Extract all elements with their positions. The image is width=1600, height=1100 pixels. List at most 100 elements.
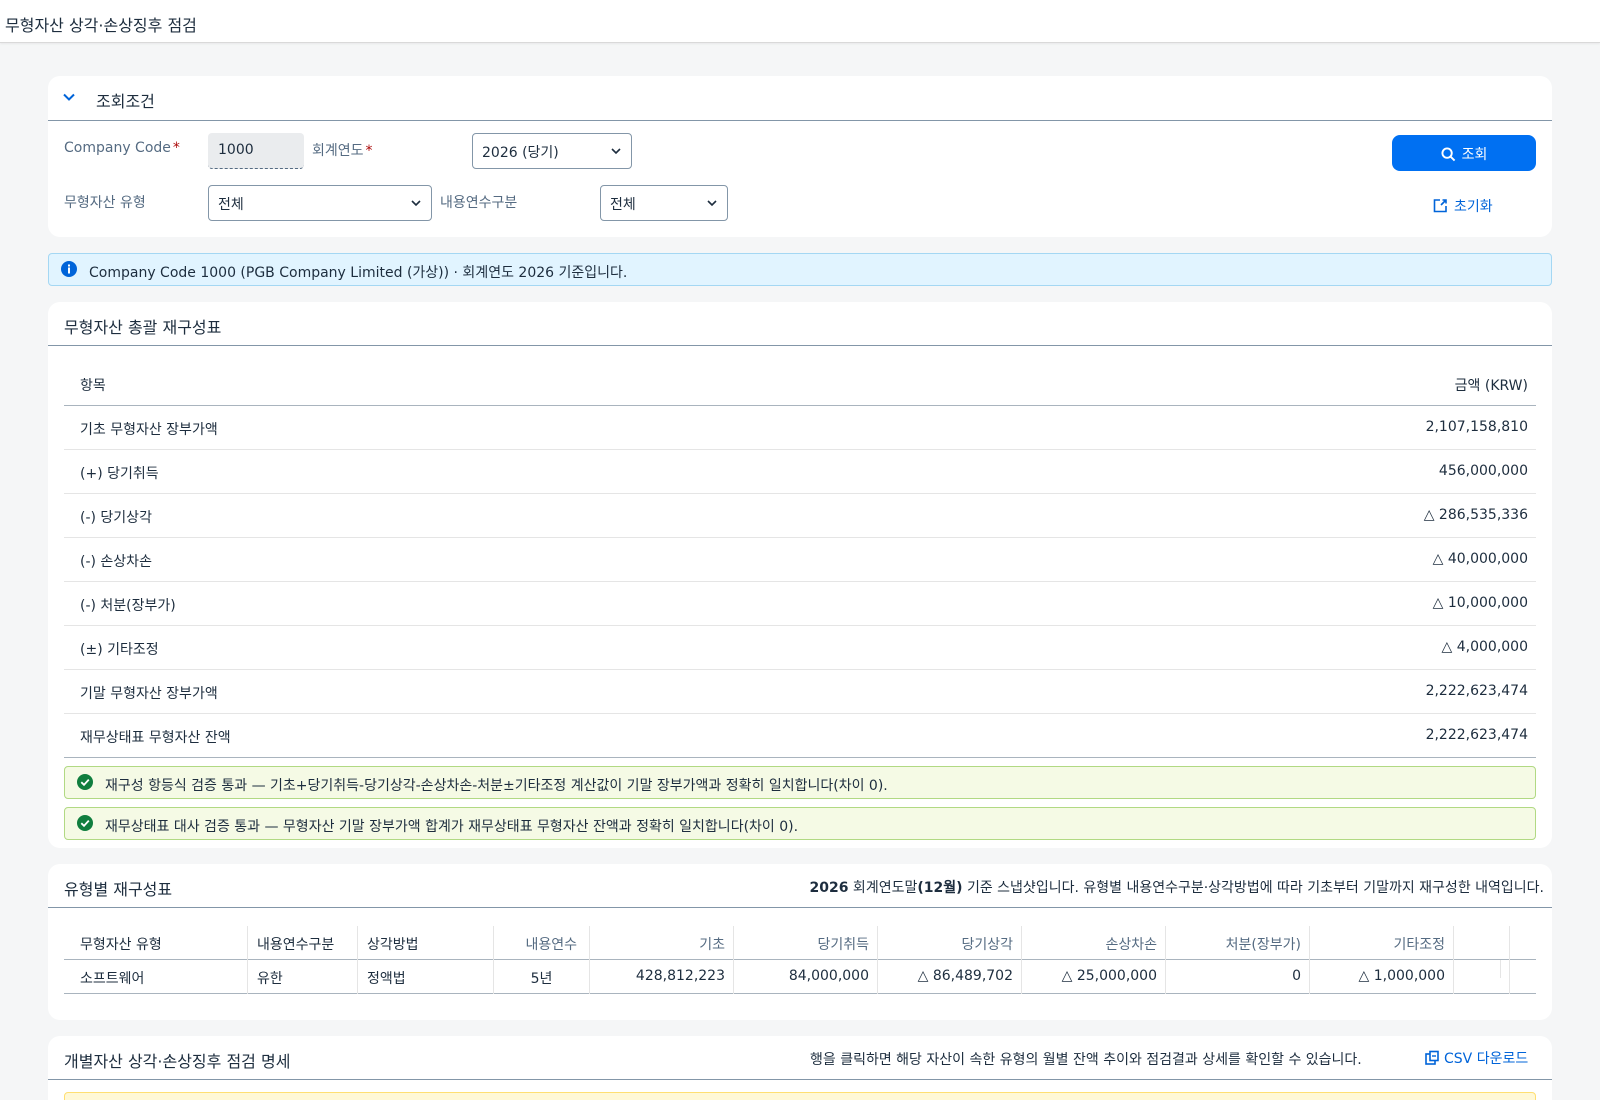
useful-life-label: 내용연수구분	[440, 195, 518, 211]
column-header-item: 항목	[80, 378, 106, 394]
row-item: (-) 당기상각	[80, 510, 152, 526]
table-header-row: 무형자산 유형 내용연수구분 상각방법 내용연수 기초 당기취득 당기상각 손상…	[64, 926, 1536, 960]
column-header: 기초	[590, 926, 734, 960]
search-button[interactable]: 조회	[1392, 135, 1536, 171]
shell-bar: 무형자산 상각·손상징후 점검	[0, 0, 1600, 43]
info-message-text: Company Code 1000 (PGB Company Limited (…	[89, 265, 628, 281]
table-header-row: 항목 금액 (KRW)	[64, 358, 1536, 406]
table-row: (±) 기타조정 △ 4,000,000	[64, 626, 1536, 670]
balance-check-strip: 재무상태표 대사 검증 통과 — 무형자산 기말 장부가액 합계가 재무상태표 …	[64, 807, 1536, 840]
column-header: 내용연수	[494, 926, 590, 960]
useful-life-class-cell: 유한	[248, 960, 358, 994]
identity-check-text: 재구성 항등식 검증 통과 — 기초+당기취득-당기상각-손상차손-처분±기타조…	[105, 778, 888, 794]
reset-button[interactable]: 초기화	[1432, 196, 1493, 220]
table-row: 기말 무형자산 장부가액 2,222,623,474	[64, 670, 1536, 714]
row-amount: △ 4,000,000	[1441, 639, 1528, 655]
row-amount: 2,222,623,474	[1425, 727, 1528, 743]
table-row: (-) 당기상각 △ 286,535,336	[64, 494, 1536, 538]
asset-detail-panel: 개별자산 상각·손상징후 점검 명세 행을 클릭하면 해당 자산이 속한 유형의…	[48, 1036, 1552, 1100]
type-table: 무형자산 유형 내용연수구분 상각방법 내용연수 기초 당기취득 당기상각 손상…	[64, 926, 1536, 994]
asset-type-select[interactable]: 전체	[208, 185, 432, 221]
summary-panel-header: 무형자산 총괄 재구성표	[48, 302, 1552, 346]
column-header: 무형자산 유형	[64, 926, 248, 960]
table-row: (-) 처분(장부가) △ 10,000,000	[64, 582, 1536, 626]
detail-panel-header: 개별자산 상각·손상징후 점검 명세 행을 클릭하면 해당 자산이 속한 유형의…	[48, 1036, 1552, 1080]
column-header: 내용연수구분	[248, 926, 358, 960]
row-item: (-) 처분(장부가)	[80, 598, 176, 614]
type-reconstruction-panel: 유형별 재구성표 2026 회계연도말(12월) 기준 스냅샷입니다. 유형별 …	[48, 864, 1552, 1020]
disposal-cell: 0	[1166, 960, 1310, 994]
success-check-icon	[77, 815, 93, 831]
table-row: 재무상태표 무형자산 잔액 2,222,623,474	[64, 714, 1536, 758]
summary-panel: 무형자산 총괄 재구성표 항목 금액 (KRW) 기초 무형자산 장부가액 2,1…	[48, 302, 1552, 848]
balance-check-text: 재무상태표 대사 검증 통과 — 무형자산 기말 장부가액 합계가 재무상태표 …	[105, 819, 799, 835]
row-amount: △ 40,000,000	[1432, 551, 1528, 567]
row-item: (+) 당기취득	[80, 466, 159, 482]
column-header: 당기취득	[734, 926, 878, 960]
search-button-label: 조회	[1461, 147, 1488, 163]
column-header: 손상차손	[1022, 926, 1166, 960]
row-item: 기초 무형자산 장부가액	[80, 422, 218, 438]
csv-download-button[interactable]: CSV 다운로드	[1424, 1048, 1528, 1068]
column-header-amount: 금액 (KRW)	[1454, 378, 1528, 394]
table-row: (-) 손상차손 △ 40,000,000	[64, 538, 1536, 582]
filter-panel: 조회조건 Company Code * 1000 회계연도 * 2026 (당기) …	[48, 76, 1552, 237]
info-message-strip: Company Code 1000 (PGB Company Limited (…	[48, 253, 1552, 286]
chevron-down-icon	[611, 148, 621, 155]
opening-cell: 428,812,223	[590, 960, 734, 994]
reset-button-label: 초기화	[1454, 199, 1493, 215]
fiscal-year-select[interactable]: 2026 (당기)	[472, 133, 632, 169]
asset-type-label: 무형자산 유형	[64, 195, 146, 211]
chevron-down-icon	[411, 200, 421, 207]
row-amount: 2,107,158,810	[1425, 419, 1528, 435]
row-amount: △ 286,535,336	[1423, 507, 1528, 523]
column-header: 상각방법	[358, 926, 494, 960]
column-header-empty	[1454, 926, 1510, 960]
table-row: 기초 무형자산 장부가액 2,107,158,810	[64, 406, 1536, 450]
identity-check-strip: 재구성 항등식 검증 통과 — 기초+당기취득-당기상각-손상차손-처분±기타조…	[64, 766, 1536, 799]
asset-type-value: 전체	[218, 197, 244, 213]
row-item: 기말 무형자산 장부가액	[80, 686, 218, 702]
empty-cell	[1454, 960, 1510, 994]
chevron-down-icon	[707, 200, 717, 207]
csv-download-label: CSV 다운로드	[1444, 1051, 1529, 1067]
detail-panel-title: 개별자산 상각·손상징후 점검 명세	[64, 1052, 291, 1071]
fiscal-year-label: 회계연도 *	[312, 143, 373, 159]
horizontal-scrollbar[interactable]	[1500, 960, 1501, 978]
company-code-field[interactable]: 1000	[208, 133, 304, 169]
success-check-icon	[77, 774, 93, 790]
row-amount: △ 10,000,000	[1432, 595, 1528, 611]
row-item: (-) 손상차손	[80, 554, 152, 570]
acquisition-cell: 84,000,000	[734, 960, 878, 994]
table-row[interactable]: 소프트웨어 유한 정액법 5년 428,812,223 84,000,000 △…	[64, 960, 1536, 994]
useful-life-value: 전체	[610, 197, 636, 213]
column-header: 기타조정	[1310, 926, 1454, 960]
row-amount: 456,000,000	[1438, 463, 1528, 479]
impairment-cell: △ 25,000,000	[1022, 960, 1166, 994]
table-row: (+) 당기취득 456,000,000	[64, 450, 1536, 494]
app-title: 무형자산 상각·손상징후 점검	[5, 16, 197, 35]
row-item: 재무상태표 무형자산 잔액	[80, 730, 231, 746]
summary-title: 무형자산 총괄 재구성표	[64, 318, 222, 337]
fiscal-year-value: 2026 (당기)	[482, 145, 559, 161]
warning-message-strip	[64, 1092, 1536, 1100]
search-icon	[1441, 147, 1455, 162]
column-header: 처분(장부가)	[1166, 926, 1310, 960]
type-panel-header: 유형별 재구성표 2026 회계연도말(12월) 기준 스냅샷입니다. 유형별 …	[48, 864, 1552, 908]
other-adjustment-cell: △ 1,000,000	[1310, 960, 1454, 994]
company-code-label: Company Code *	[64, 140, 180, 156]
row-amount: 2,222,623,474	[1425, 683, 1528, 699]
useful-life-select[interactable]: 전체	[600, 185, 728, 221]
type-cell: 소프트웨어	[64, 960, 248, 994]
type-panel-note: 2026 회계연도말(12월) 기준 스냅샷입니다. 유형별 내용연수구분·상각…	[809, 880, 1544, 896]
reset-icon	[1433, 199, 1447, 213]
download-icon	[1425, 1050, 1439, 1065]
column-header: 당기상각	[878, 926, 1022, 960]
info-icon	[61, 261, 77, 277]
summary-table: 항목 금액 (KRW) 기초 무형자산 장부가액 2,107,158,810 (+…	[64, 358, 1536, 758]
detail-panel-note: 행을 클릭하면 해당 자산이 속한 유형의 월별 잔액 추이와 점검결과 상세를…	[810, 1052, 1362, 1068]
row-item: (±) 기타조정	[80, 642, 159, 658]
method-cell: 정액법	[358, 960, 494, 994]
filter-panel-header[interactable]: 조회조건	[48, 76, 1552, 121]
chevron-down-icon[interactable]	[61, 89, 77, 105]
